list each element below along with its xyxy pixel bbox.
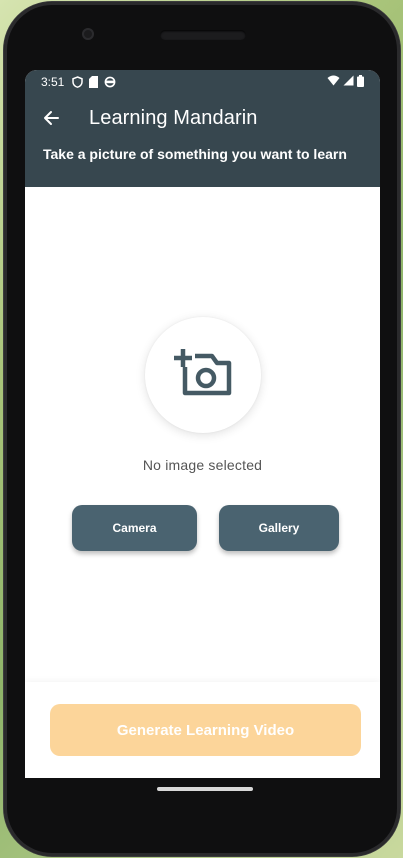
app-screen: 3:51 Learning Mandarin Take a picture of… bbox=[25, 70, 380, 778]
phone-frame: 3:51 Learning Mandarin Take a picture of… bbox=[4, 2, 400, 856]
add-photo-icon bbox=[173, 347, 233, 404]
gallery-button-label: Gallery bbox=[258, 521, 300, 535]
home-gesture-bar[interactable] bbox=[157, 787, 253, 791]
camera-button-label: Camera bbox=[112, 521, 157, 535]
image-placeholder bbox=[145, 317, 261, 433]
shield-icon bbox=[72, 76, 84, 88]
sync-icon bbox=[104, 76, 116, 88]
generate-video-button[interactable]: Generate Learning Video bbox=[50, 704, 361, 756]
front-camera bbox=[82, 28, 94, 40]
camera-button[interactable]: Camera bbox=[72, 505, 197, 551]
status-right-icons bbox=[327, 74, 364, 90]
no-image-text: No image selected bbox=[142, 457, 263, 473]
toolbar: Learning Mandarin bbox=[25, 94, 380, 142]
bottom-action-bar: Generate Learning Video bbox=[25, 682, 380, 778]
app-bar: 3:51 Learning Mandarin Take a picture of… bbox=[25, 70, 380, 187]
gallery-button[interactable]: Gallery bbox=[219, 505, 339, 551]
back-arrow-icon[interactable] bbox=[39, 106, 63, 130]
sim-card-icon bbox=[89, 76, 99, 88]
image-picker-area: No image selected Camera Gallery bbox=[25, 187, 380, 682]
battery-icon bbox=[357, 74, 364, 90]
page-subtitle: Take a picture of something you want to … bbox=[43, 146, 347, 162]
status-time: 3:51 bbox=[41, 75, 65, 89]
generate-video-label: Generate Learning Video bbox=[116, 721, 295, 739]
signal-icon bbox=[343, 75, 354, 89]
wifi-icon bbox=[327, 75, 340, 89]
status-bar: 3:51 bbox=[25, 70, 380, 94]
page-title: Learning Mandarin bbox=[89, 106, 258, 129]
earpiece-speaker bbox=[160, 30, 246, 40]
